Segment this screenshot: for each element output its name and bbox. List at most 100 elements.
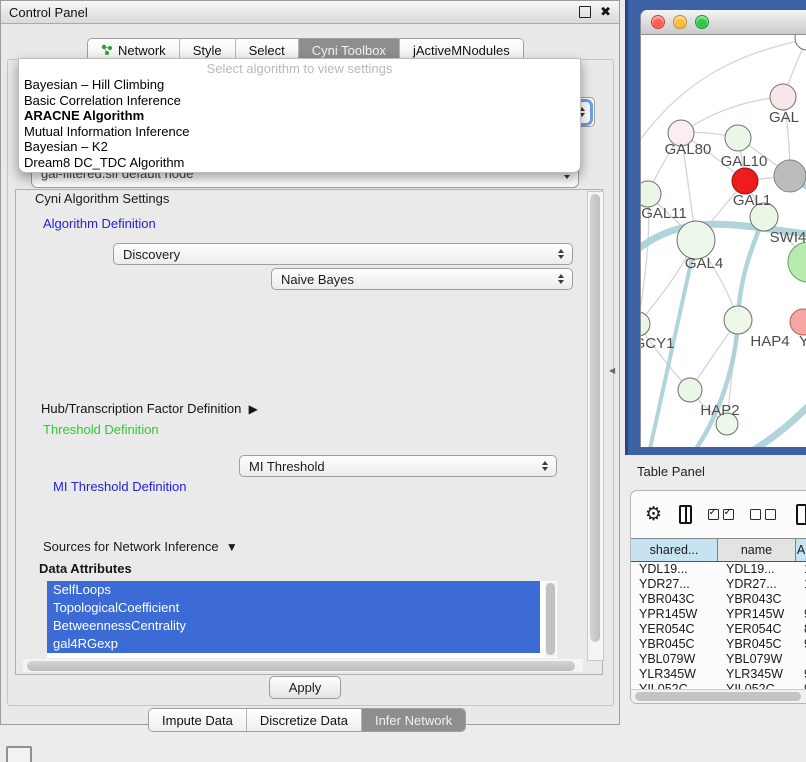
table-panel-title: Table Panel <box>637 464 705 479</box>
attributes-scrollbar[interactable] <box>545 582 556 657</box>
settings-horizontal-scrollbar[interactable] <box>23 659 583 672</box>
algorithm-dropdown-popup: Select algorithm to view settings Bayesi… <box>18 58 581 173</box>
minimized-panel-icon[interactable] <box>6 746 32 762</box>
table-horizontal-scrollbar[interactable] <box>631 689 806 704</box>
table-cell: YBR043C <box>631 592 718 607</box>
network-node-gcy1[interactable] <box>641 312 650 336</box>
select-columns-icon[interactable] <box>708 509 734 520</box>
close-traffic-light-icon[interactable] <box>651 15 665 29</box>
table-row[interactable]: YBR045CYBR045C9. <box>631 637 806 652</box>
network-window[interactable]: GALGAL80GAL10GAL1GAL11SWI4GAL4GCY1HAP4YH… <box>640 10 806 447</box>
mi-algorithm-type-value: Naive Bayes <box>272 272 553 287</box>
table-row[interactable]: YDL19...YDL19...13 <box>631 562 806 577</box>
table-cell: YDL19... <box>631 562 718 577</box>
mi-threshold-title: MI Threshold Definition <box>49 480 190 493</box>
settings-vertical-scrollbar[interactable] <box>587 191 604 661</box>
table-toolbar: ⚙ <box>631 491 806 538</box>
table-cell: 9. <box>796 607 806 622</box>
table-cell: YDR27... <box>718 577 796 592</box>
minimize-traffic-light-icon[interactable] <box>673 15 687 29</box>
network-node-hap2[interactable] <box>678 378 702 402</box>
document-icon[interactable] <box>796 504 806 525</box>
tab-impute-data[interactable]: Impute Data <box>149 709 246 731</box>
tab-discretize-data[interactable]: Discretize Data <box>246 709 361 731</box>
network-node-gal1[interactable] <box>732 168 758 194</box>
aracne-mode-value: Discovery <box>114 247 553 262</box>
column-header-shared[interactable]: shared... <box>631 539 718 561</box>
table-cell: YPR145W <box>631 607 718 622</box>
data-attributes-list[interactable]: SelfLoopsTopologicalCoefficientBetweenne… <box>47 581 557 658</box>
aracne-mode-combo[interactable]: Discovery <box>113 243 573 265</box>
table-cell: YBL079W <box>631 652 718 667</box>
algorithm-option-bayesian-k2[interactable]: Bayesian – K2 <box>19 139 580 155</box>
cyni-algorithm-settings-title: Cyni Algorithm Settings <box>31 192 173 205</box>
combo-stepper-icon[interactable] <box>537 458 552 475</box>
network-window-titlebar[interactable] <box>641 10 806 35</box>
gear-icon[interactable]: ⚙ <box>645 503 662 526</box>
network-node-hap4[interactable] <box>724 306 752 334</box>
data-attributes-label: Data Attributes <box>39 561 132 576</box>
threshold-definition-title: Threshold Definition <box>39 423 163 436</box>
attribute-item-gal4rgexp[interactable]: gal4RGexp <box>47 635 540 653</box>
table-cell: 9. <box>796 667 806 682</box>
desktop: Control Panel ✖ NetworkStyleSelectCyni T… <box>0 0 806 762</box>
algorithm-option-bayesian-hill-climbing[interactable]: Bayesian – Hill Climbing <box>19 77 580 93</box>
network-node-gal10[interactable] <box>725 125 751 151</box>
attribute-item-topologicalcoefficient[interactable]: TopologicalCoefficient <box>47 599 540 617</box>
table-cell: YBR043C <box>718 592 796 607</box>
which-threshold-combo[interactable]: MI Threshold <box>239 455 557 477</box>
node-table: shared...nameA YDL19...YDL19...13YDR27..… <box>631 538 806 697</box>
table-row[interactable]: YBL079WYBL079W <box>631 652 806 667</box>
splitpane-collapse-icon[interactable]: ◀ <box>609 366 615 375</box>
table-cell: 13 <box>796 562 806 577</box>
network-node[interactable] <box>788 242 806 282</box>
attribute-item-selfloops[interactable]: SelfLoops <box>47 581 540 599</box>
network-view-panel: GALGAL80GAL10GAL1GAL11SWI4GAL4GCY1HAP4YH… <box>625 0 806 455</box>
zoom-traffic-light-icon[interactable] <box>695 15 709 29</box>
attribute-item-betweennesscentrality[interactable]: BetweennessCentrality <box>47 617 540 635</box>
apply-button[interactable]: Apply <box>269 676 341 699</box>
table-cell <box>796 652 806 667</box>
mi-algorithm-type-combo[interactable]: Naive Bayes <box>271 268 573 290</box>
table-row[interactable]: YDR27...YDR27...12 <box>631 577 806 592</box>
hub-definition-expander[interactable]: Hub/Transcription Factor Definition ▶ <box>41 401 258 416</box>
which-threshold-value: MI Threshold <box>240 459 537 474</box>
table-panel: ⚙ shared...nameA YDL19...YDL19...13YDR27… <box>630 490 806 704</box>
network-canvas[interactable]: GALGAL80GAL10GAL1GAL11SWI4GAL4GCY1HAP4YH… <box>641 35 806 447</box>
close-icon[interactable]: ✖ <box>600 7 611 17</box>
collapse-arrow-icon[interactable]: ▼ <box>226 540 238 554</box>
control-panel-window: Control Panel ✖ NetworkStyleSelectCyni T… <box>0 0 620 725</box>
column-layout-icon[interactable] <box>679 505 692 524</box>
table-row[interactable]: YBR043CYBR043C <box>631 592 806 607</box>
table-row[interactable]: YPR145WYPR145W9. <box>631 607 806 622</box>
control-panel-titlebar[interactable]: Control Panel ✖ <box>1 1 619 24</box>
expander-arrow-icon[interactable]: ▶ <box>249 402 258 416</box>
column-header-name[interactable]: name <box>718 539 796 561</box>
deselect-columns-icon[interactable] <box>750 509 776 520</box>
table-header-row: shared...nameA <box>631 538 806 562</box>
sources-title[interactable]: Sources for Network Inference ▼ <box>39 540 242 554</box>
column-header-a[interactable]: A <box>796 539 806 561</box>
combo-stepper-icon[interactable] <box>553 271 568 288</box>
node-label-gcy1: GCY1 <box>641 335 674 352</box>
control-panel-title: Control Panel <box>1 5 88 20</box>
network-node[interactable] <box>774 160 806 192</box>
combo-stepper-icon[interactable] <box>553 246 568 263</box>
float-window-icon[interactable] <box>579 6 591 18</box>
network-node-gal[interactable] <box>770 84 796 110</box>
algorithm-option-basic-correlation-inference[interactable]: Basic Correlation Inference <box>19 93 580 109</box>
table-cell: YBR045C <box>718 637 796 652</box>
table-row[interactable]: YER054CYER054C8. <box>631 622 806 637</box>
node-label-gal10: GAL10 <box>721 153 768 170</box>
table-cell: 8. <box>796 622 806 637</box>
network-node-y[interactable] <box>790 309 806 335</box>
node-label-y: Y <box>799 333 806 350</box>
network-node-gal4[interactable] <box>677 221 715 259</box>
algorithm-option-dream8-dc-tdc-algorithm[interactable]: Dream8 DC_TDC Algorithm <box>19 155 580 171</box>
algorithm-option-mutual-information-inference[interactable]: Mutual Information Inference <box>19 124 580 140</box>
tab-infer-network[interactable]: Infer Network <box>361 709 465 731</box>
network-node[interactable] <box>795 35 806 50</box>
node-label-gal11: GAL11 <box>641 205 687 222</box>
algorithm-option-aracne-algorithm[interactable]: ARACNE Algorithm <box>19 108 580 124</box>
table-row[interactable]: YLR345WYLR345W9. <box>631 667 806 682</box>
